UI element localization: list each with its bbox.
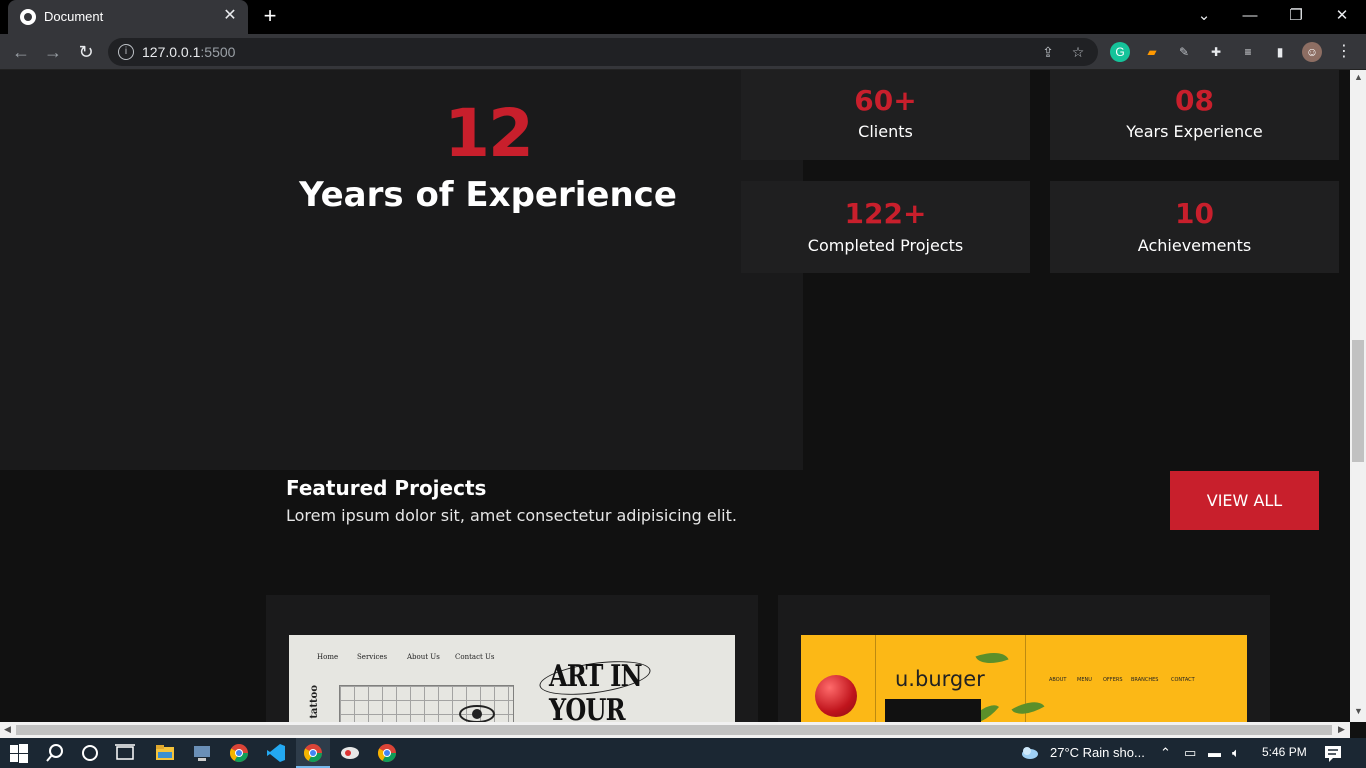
forward-arrow-icon[interactable]: →	[40, 39, 66, 65]
featured-projects-title: Featured Projects	[286, 476, 487, 500]
thumb-nav-item: ABOUT	[1049, 677, 1067, 683]
thumb-nav-item: BRANCHES	[1131, 677, 1159, 683]
thumb-nav-item: MENU	[1077, 677, 1092, 683]
cortana-icon[interactable]	[79, 742, 101, 764]
thumb-nav-item: About Us	[407, 653, 440, 661]
browser-toolbar: ← → ↻ i 127.0.0.1:5500 ⇪ ☆ G ▰ ✎ ✚ ≡ ▮ ☺…	[0, 34, 1366, 70]
search-icon[interactable]	[44, 742, 66, 764]
restore-button[interactable]: ❐	[1276, 4, 1316, 28]
browser-tab[interactable]: Document ✕	[8, 0, 248, 34]
scroll-down-arrow-icon[interactable]: ▼	[1354, 706, 1363, 716]
project-card-burger[interactable]: u.burger ABOUT MENU OFFERS BRANCHES CONT…	[778, 595, 1270, 722]
stat-label: Years Experience	[1126, 122, 1263, 141]
horizontal-scrollbar[interactable]: ◀ ▶	[0, 722, 1350, 738]
app-icon[interactable]	[339, 742, 361, 764]
address-bar[interactable]: i 127.0.0.1:5500 ⇪ ☆	[108, 38, 1098, 66]
windows-start-icon[interactable]	[8, 742, 30, 764]
menu-kebab-icon[interactable]: ⋮	[1334, 42, 1354, 62]
scroll-left-arrow-icon[interactable]: ◀	[4, 724, 11, 735]
bookmark-star-icon[interactable]: ☆	[1068, 42, 1088, 62]
page-viewport: 12 Years of Experience 60+ Clients 08 Ye…	[0, 70, 1350, 722]
stat-value: 60+	[854, 84, 917, 117]
close-window-button[interactable]: ✕	[1322, 4, 1362, 28]
stat-card-achievements: 10 Achievements	[1050, 181, 1339, 273]
windows-taskbar: 27°C Rain sho... ⌃ ▭ ▬ 🔈︎ 5:46 PM	[0, 738, 1366, 768]
project-thumbnail-burger[interactable]: u.burger ABOUT MENU OFFERS BRANCHES CONT…	[801, 635, 1247, 722]
leaf-illustration-icon	[1011, 694, 1045, 722]
thumb-logo: u.burger	[895, 667, 985, 691]
side-panel-icon[interactable]: ▮	[1270, 42, 1290, 62]
pen-extension-icon[interactable]: ✎	[1174, 42, 1194, 62]
network-app-icon[interactable]	[191, 742, 213, 764]
scroll-right-arrow-icon[interactable]: ▶	[1338, 724, 1345, 735]
project-thumbnail-tattoo[interactable]: Home Services About Us Contact Us ur tat…	[289, 635, 735, 722]
featured-projects-description: Lorem ipsum dolor sit, amet consectetur …	[286, 506, 737, 525]
weather-text[interactable]: 27°C Rain sho...	[1050, 745, 1145, 760]
minimize-button[interactable]: —	[1230, 4, 1270, 28]
browser-tab-bar: Document ✕ + ⌄ — ❐ ✕	[0, 0, 1366, 34]
stat-card-clients: 60+ Clients	[741, 70, 1030, 160]
notifications-icon[interactable]	[1322, 742, 1344, 764]
stat-value: 10	[1175, 197, 1214, 230]
url-port: :5500	[200, 44, 236, 60]
active-chrome-taskbar-item[interactable]	[296, 738, 330, 768]
thumb-dark-block	[885, 699, 981, 722]
view-all-button[interactable]: VIEW ALL	[1170, 471, 1319, 530]
stat-value: 08	[1175, 84, 1214, 117]
stat-label: Clients	[858, 122, 913, 141]
project-card-tattoo[interactable]: Home Services About Us Contact Us ur tat…	[266, 595, 758, 722]
horizontal-scroll-thumb[interactable]	[16, 725, 1332, 735]
close-tab-icon[interactable]: ✕	[220, 6, 240, 26]
thumb-headline-line-2: YOUR SKIN	[549, 693, 626, 723]
share-icon[interactable]: ⇪	[1038, 42, 1058, 62]
info-icon[interactable]: i	[118, 44, 134, 60]
reading-list-icon[interactable]: ≡	[1238, 42, 1258, 62]
tomato-illustration-icon	[815, 675, 857, 717]
thumb-nav-item: CONTACT	[1171, 677, 1195, 683]
task-view-icon[interactable]	[114, 742, 136, 764]
thumb-side-text: ur tattoo	[309, 685, 320, 722]
url-host: 127.0.0.1	[142, 44, 201, 60]
tab-search-icon[interactable]: ⌄	[1184, 4, 1224, 28]
vscode-icon[interactable]	[265, 742, 287, 764]
weather-cloud-icon[interactable]	[1018, 742, 1040, 764]
thumb-nav-item: OFFERS	[1103, 677, 1123, 683]
eye-illustration-icon	[459, 705, 495, 722]
reload-icon[interactable]: ↻	[73, 39, 99, 65]
url-text[interactable]: 127.0.0.1:5500	[142, 44, 235, 60]
stat-label: Completed Projects	[807, 236, 964, 255]
tab-title: Document	[44, 9, 104, 24]
stat-card-projects: 122+ Completed Projects	[741, 181, 1030, 273]
thumb-headline-line-1: ART IN	[549, 659, 643, 694]
thumb-divider	[875, 635, 876, 722]
chrome-icon[interactable]	[228, 742, 250, 764]
thumb-nav-item: Contact Us	[455, 653, 495, 661]
profile-avatar[interactable]: ☺	[1302, 42, 1322, 62]
back-arrow-icon[interactable]: ←	[8, 39, 34, 65]
grammarly-extension-icon[interactable]: G	[1110, 42, 1130, 62]
thumb-nav-item: Home	[317, 653, 339, 661]
clock-time[interactable]: 5:46 PM	[1262, 745, 1307, 759]
stat-card-years: 08 Years Experience	[1050, 70, 1339, 160]
chrome-icon	[303, 744, 322, 763]
chrome-icon[interactable]	[376, 742, 398, 764]
stat-label: Achievements	[1137, 236, 1252, 255]
volume-icon[interactable]: 🔈︎	[1232, 745, 1240, 761]
chevron-up-icon[interactable]: ⌃	[1160, 745, 1171, 761]
thumb-headline: ART IN YOUR SKIN	[549, 659, 698, 723]
extensions-puzzle-icon[interactable]: ✚	[1206, 42, 1226, 62]
vertical-scroll-thumb[interactable]	[1352, 340, 1364, 462]
stat-value: 122+	[844, 197, 927, 230]
extension-icon[interactable]: ▰	[1142, 42, 1162, 62]
vertical-scrollbar[interactable]: ▲ ▼	[1350, 70, 1366, 722]
battery-icon[interactable]: ▬	[1208, 745, 1221, 760]
new-tab-button[interactable]: +	[258, 4, 282, 28]
thumb-nav-item: Services	[357, 653, 388, 661]
network-icon[interactable]: ▭	[1184, 745, 1196, 761]
file-explorer-icon[interactable]	[154, 742, 176, 764]
globe-icon	[20, 9, 36, 25]
scroll-up-arrow-icon[interactable]: ▲	[1354, 72, 1363, 82]
